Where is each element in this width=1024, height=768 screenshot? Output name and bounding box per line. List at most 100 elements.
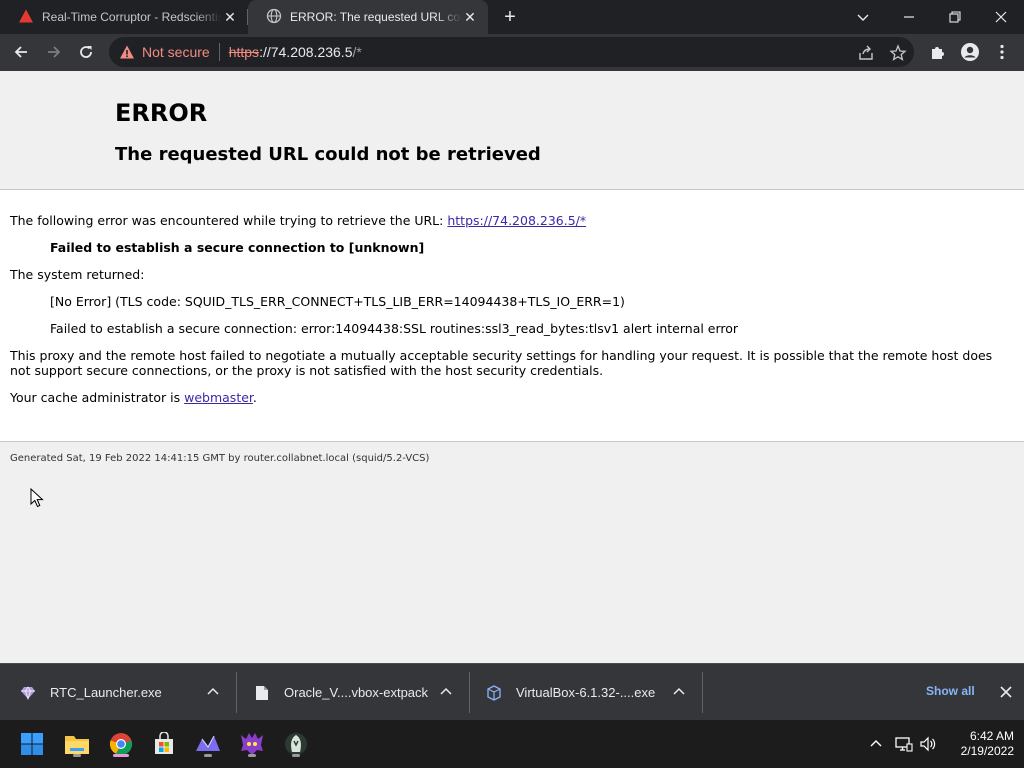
arrow-left-icon <box>14 46 27 58</box>
taskbar-chrome[interactable] <box>105 728 137 760</box>
app-icon <box>196 735 220 751</box>
restore-button[interactable] <box>932 0 978 34</box>
minimize-icon <box>904 16 914 18</box>
screen: Real-Time Corruptor - Redscientist ✕ ERR… <box>0 0 1024 768</box>
error-detail: Failed to establish a secure connection:… <box>50 321 739 336</box>
omnibox-divider <box>218 43 220 61</box>
volume-button[interactable] <box>918 734 938 754</box>
close-icon[interactable]: ✕ <box>222 9 238 25</box>
admin-line: Your cache administrator is webmaster. <box>10 390 257 405</box>
network-button[interactable] <box>894 734 914 754</box>
running-indicator <box>113 754 129 757</box>
intro-text: The following error was encountered whil… <box>10 213 444 228</box>
profile-button[interactable] <box>958 40 982 64</box>
taskbar-app[interactable] <box>280 728 312 760</box>
download-filename: Oracle_V....vbox-extpack <box>284 685 429 700</box>
download-shelf: RTC_Launcher.exe Oracle_V....vbox-extpac… <box>0 663 1024 720</box>
mouse-cursor-icon <box>30 487 44 512</box>
taskbar-app[interactable] <box>192 728 224 760</box>
chevron-up-icon <box>870 740 882 747</box>
generated-footer: Generated Sat, 19 Feb 2022 14:41:15 GMT … <box>10 453 430 464</box>
running-indicator <box>248 754 256 757</box>
download-options-button[interactable] <box>671 684 687 700</box>
clock-time: 6:42 AM <box>969 729 1014 743</box>
taskbar-file-explorer[interactable] <box>61 728 93 760</box>
back-button[interactable] <box>7 38 35 66</box>
admin-suffix: . <box>252 390 257 405</box>
download-filename: RTC_Launcher.exe <box>50 685 162 700</box>
taskbar: 6:42 AM 2/19/2022 <box>0 720 1024 768</box>
running-indicator <box>292 754 300 757</box>
page-content: ERROR The requested URL could not be ret… <box>0 71 1024 663</box>
puzzle-icon <box>932 47 944 59</box>
explanation: This proxy and the remote host failed to… <box>10 348 993 378</box>
chevron-up-icon <box>207 687 219 695</box>
close-icon[interactable]: ✕ <box>462 9 478 25</box>
show-hidden-icons-button[interactable] <box>866 734 886 754</box>
show-all-downloads-link[interactable]: Show all <box>926 684 975 698</box>
download-divider <box>236 672 237 713</box>
download-divider <box>702 672 703 713</box>
error-header: ERROR The requested URL could not be ret… <box>0 71 1024 190</box>
warning-triangle-icon[interactable] <box>118 43 136 61</box>
close-window-button[interactable] <box>978 0 1024 34</box>
taskbar-game[interactable] <box>236 728 268 760</box>
start-icon <box>21 733 43 755</box>
download-divider <box>469 672 470 713</box>
minimize-button[interactable] <box>886 0 932 34</box>
chrome-icon <box>109 733 133 756</box>
restore-icon <box>949 11 961 23</box>
address-bar[interactable]: Not secure https ://74.208.236.5 /* <box>109 37 914 67</box>
app-icon <box>285 733 307 755</box>
clock-date: 2/19/2022 <box>960 744 1014 758</box>
security-status[interactable]: Not secure <box>142 44 210 60</box>
taskbar-store[interactable] <box>148 728 180 760</box>
download-options-button[interactable] <box>438 684 454 700</box>
tab-real-time-corruptor[interactable]: Real-Time Corruptor - Redscientist ✕ <box>0 0 248 34</box>
star-icon[interactable] <box>889 44 907 62</box>
admin-prefix: Your cache administrator is <box>10 390 185 405</box>
chevron-down-icon <box>857 14 869 21</box>
new-tab-button[interactable]: + <box>498 5 522 29</box>
package-icon <box>486 684 502 701</box>
failure-message: Failed to establish a secure connection … <box>50 240 425 255</box>
extensions-button[interactable] <box>926 40 950 64</box>
arrow-right-icon <box>48 46 61 58</box>
forward-button[interactable] <box>40 38 68 66</box>
page-subtitle: The requested URL could not be retrieved <box>115 144 541 165</box>
tab-strip: Real-Time Corruptor - Redscientist ✕ ERR… <box>0 0 1024 34</box>
avatar-icon <box>961 43 979 61</box>
gem-icon <box>20 685 36 701</box>
system-returned-label: The system returned: <box>10 267 145 282</box>
error-body: The following error was encountered whil… <box>0 190 1024 442</box>
download-item[interactable]: VirtualBox-6.1.32-....exe <box>486 664 655 721</box>
network-icon <box>895 737 913 752</box>
share-icon[interactable] <box>857 44 875 62</box>
running-indicator <box>204 754 212 757</box>
file-icon <box>254 685 270 701</box>
close-icon <box>995 11 1007 23</box>
download-item[interactable]: Oracle_V....vbox-extpack <box>254 664 428 721</box>
chevron-up-icon <box>440 687 452 695</box>
download-item[interactable]: RTC_Launcher.exe <box>20 664 162 721</box>
speaker-icon <box>920 736 936 752</box>
url-scheme: https <box>228 44 260 60</box>
url-path: /* <box>352 44 362 60</box>
tab-error[interactable]: ERROR: The requested URL could not be re… <box>248 0 488 34</box>
start-button[interactable] <box>16 728 48 760</box>
globe-icon <box>266 8 282 27</box>
menu-button[interactable] <box>990 40 1014 64</box>
requested-url-link[interactable]: https://74.208.236.5/* <box>447 213 586 228</box>
tab-search-button[interactable] <box>840 0 886 34</box>
warning-triangle-icon <box>18 8 34 27</box>
close-download-shelf-button[interactable] <box>998 684 1014 700</box>
system-clock[interactable]: 6:42 AM 2/19/2022 <box>944 729 1014 759</box>
webmaster-link[interactable]: webmaster <box>184 390 253 405</box>
tab-title: ERROR: The requested URL could not be re… <box>290 10 462 24</box>
url-host: ://74.208.236.5 <box>259 44 353 60</box>
download-options-button[interactable] <box>205 684 221 700</box>
reload-button[interactable] <box>72 38 100 66</box>
tab-title: Real-Time Corruptor - Redscientist <box>42 10 222 24</box>
store-icon <box>155 732 173 754</box>
running-indicator <box>73 754 81 757</box>
